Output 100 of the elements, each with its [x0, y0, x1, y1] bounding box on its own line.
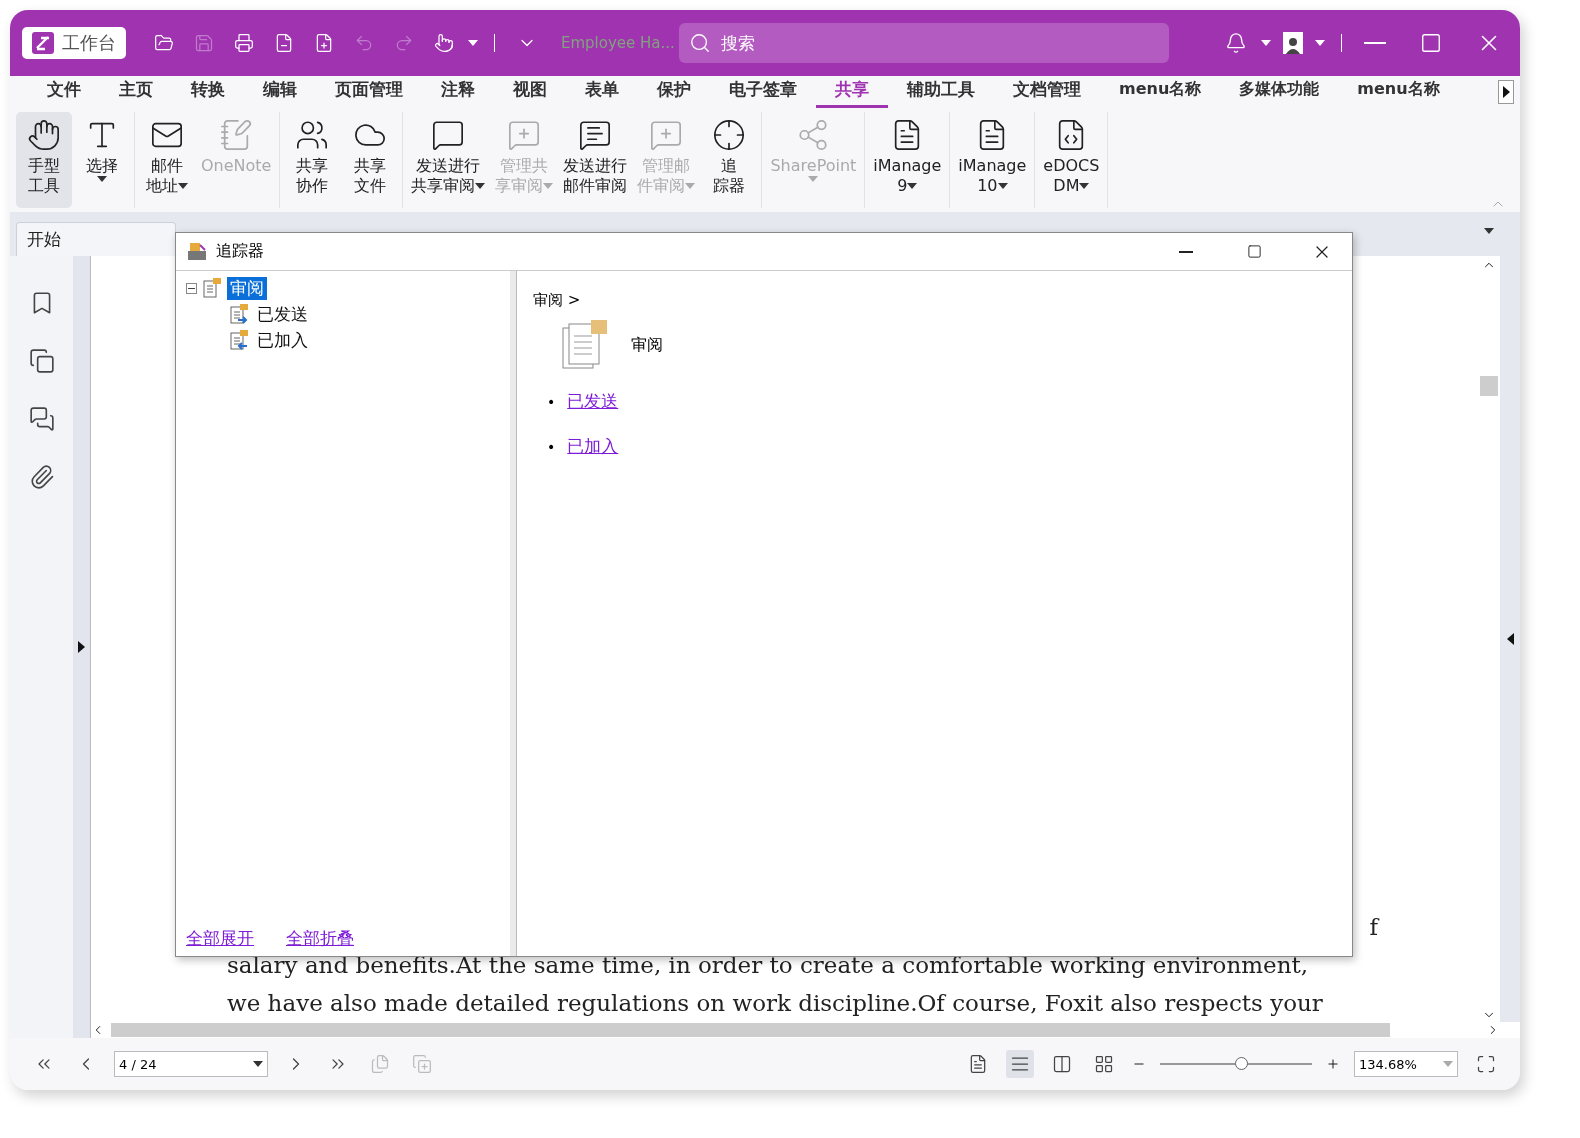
link[interactable]: 已加入 — [567, 435, 619, 458]
minimize-icon — [1179, 250, 1193, 253]
bullet: • — [547, 438, 556, 455]
new-file-icon — [314, 33, 334, 53]
maximize-icon — [1246, 244, 1262, 259]
page-field[interactable]: 4 / 24 — [114, 1051, 268, 1077]
menu-tab[interactable]: 电子签章 — [710, 76, 816, 108]
ribbon-button[interactable]: 选择 — [74, 112, 130, 208]
folder-icon — [154, 33, 174, 53]
pages-icon — [370, 1054, 390, 1074]
tree-item[interactable]: 审阅 — [227, 276, 267, 300]
pages-icon — [412, 1054, 432, 1074]
caret-icon — [1443, 1061, 1453, 1067]
document-icon — [228, 303, 250, 325]
ribbon-button[interactable]: 邮件 地址 — [139, 112, 195, 208]
minimize-icon — [1364, 42, 1386, 44]
print-icon — [234, 33, 254, 53]
ribbon-button[interactable]: 发送进行 共享审阅 — [407, 112, 490, 208]
ribbon-button[interactable]: iManage 10 — [954, 112, 1031, 208]
collapse-toggle-icon[interactable] — [186, 282, 197, 294]
ribbon-button[interactable]: 共享 文件 — [342, 112, 399, 208]
tree-item[interactable]: 已加入 — [254, 328, 311, 352]
document-text: salary and benefits.At the same time, in order to create a comfortable working environment, — [227, 951, 1308, 980]
fullscreen-icon — [1476, 1054, 1496, 1074]
menu-tab[interactable]: 转换 — [172, 76, 244, 108]
menu-tab[interactable]: menu名称 — [1100, 76, 1221, 108]
avatar[interactable] — [1283, 32, 1303, 54]
tree-item[interactable]: 已发送 — [254, 302, 311, 326]
document-text: f — [1369, 913, 1378, 942]
logo-icon — [32, 32, 54, 54]
collapse-panel-icon[interactable] — [1506, 633, 1514, 645]
message-icon — [578, 118, 613, 152]
menu-tab[interactable]: 主页 — [100, 76, 172, 108]
notebook-icon — [219, 118, 254, 152]
crosshair-icon — [712, 118, 747, 152]
ribbon-button[interactable]: iManage 9 — [869, 112, 946, 208]
search-field[interactable]: 搜索 — [679, 23, 1169, 63]
grid-page-icon — [1094, 1054, 1114, 1074]
link[interactable]: 已发送 — [567, 390, 619, 413]
hand-icon — [27, 118, 61, 152]
zoom-field[interactable]: 134.68% — [1354, 1051, 1458, 1077]
pages-icon — [28, 348, 55, 374]
tracker-icon — [186, 240, 208, 263]
maximize-icon — [1420, 32, 1442, 54]
bell-icon — [1225, 32, 1247, 54]
menu-tab[interactable]: 辅助工具 — [888, 76, 994, 108]
view-mode-button[interactable] — [1006, 1050, 1034, 1078]
document-title: Employee Ha... — [561, 34, 671, 52]
section-heading: 审阅 — [631, 334, 663, 356]
breadcrumb: 审阅 > — [533, 291, 582, 310]
expand-panel-icon[interactable] — [78, 641, 85, 653]
paperclip-icon — [28, 464, 55, 490]
document-icon — [228, 329, 250, 351]
review-document-icon — [561, 320, 609, 370]
undo-icon — [354, 33, 374, 53]
caret-icon — [1315, 40, 1325, 46]
menu-tab[interactable]: menu名称 — [1338, 76, 1459, 108]
single-page-icon — [968, 1054, 988, 1074]
menu-tab[interactable]: 编辑 — [244, 76, 316, 108]
menu-tab[interactable]: 表单 — [566, 76, 638, 108]
bullet: • — [547, 393, 556, 410]
scrollbar-thumb[interactable] — [111, 1023, 1390, 1037]
dialog-title: 追踪器 — [216, 241, 265, 262]
ribbon-button[interactable]: eDOCS DM — [1039, 112, 1104, 208]
caret-icon — [253, 1061, 263, 1067]
menu-tab[interactable]: 文件 — [28, 76, 100, 108]
slider-thumb[interactable] — [1234, 1057, 1248, 1070]
caret-icon — [1261, 40, 1271, 46]
menu-tab[interactable]: 文档管理 — [994, 76, 1100, 108]
footer-link[interactable]: 全部展开 — [186, 927, 254, 950]
menu-tab[interactable]: 注释 — [422, 76, 494, 108]
comment-icon — [28, 406, 55, 432]
menu-tab[interactable]: 视图 — [494, 76, 566, 108]
save-icon — [194, 33, 214, 53]
document-tab[interactable]: 开始 — [16, 222, 176, 256]
redo-icon — [394, 33, 414, 53]
document-icon — [201, 277, 223, 299]
scrollbar-thumb[interactable] — [1480, 376, 1498, 396]
document-text: we have also made detailed regulations on work discipline.Of course, Foxit also respects your — [227, 989, 1323, 1018]
hand-pointer-icon — [434, 33, 454, 53]
zoom-in-icon — [1326, 1057, 1340, 1071]
file-icon — [274, 33, 294, 53]
ribbon-button[interactable]: 追 踪器 — [701, 112, 758, 208]
message-icon — [649, 118, 684, 152]
ribbon-button[interactable]: 共享 协作 — [284, 112, 341, 208]
menu-tab[interactable]: 共享 — [816, 76, 888, 108]
caret-icon — [468, 40, 478, 46]
menu-tab[interactable]: 多媒体功能 — [1220, 76, 1339, 108]
ribbon-button[interactable]: 手型 工具 — [16, 112, 72, 208]
users-icon — [295, 118, 330, 152]
scroll-right-icon[interactable] — [1498, 80, 1514, 104]
workspace-button[interactable]: 工作台 — [22, 27, 126, 59]
ribbon-button[interactable]: 发送进行 邮件审阅 — [559, 112, 632, 208]
search-icon — [689, 32, 711, 54]
message-icon — [431, 118, 466, 152]
facing-page-icon — [1052, 1054, 1072, 1074]
menu-tab[interactable]: 保护 — [638, 76, 710, 108]
menu-tab[interactable]: 页面管理 — [316, 76, 422, 108]
message-icon — [507, 118, 542, 152]
footer-link[interactable]: 全部折叠 — [286, 927, 354, 950]
